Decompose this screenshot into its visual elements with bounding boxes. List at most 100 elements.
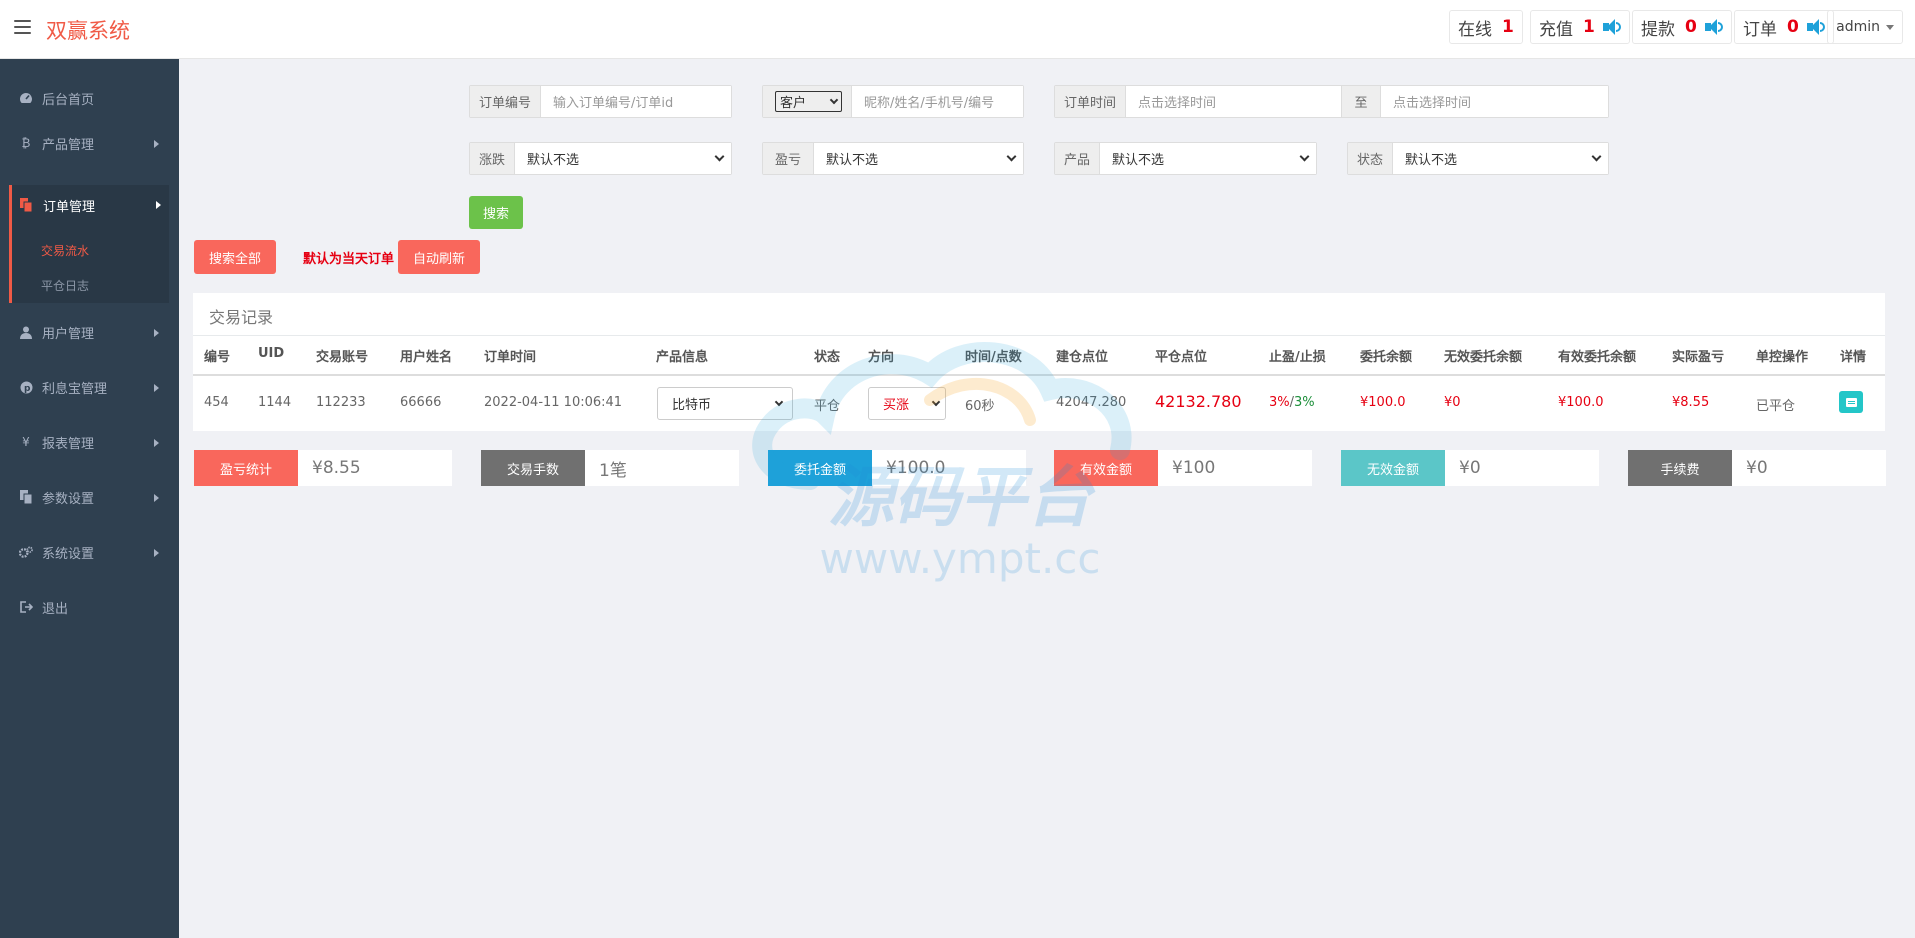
- detail-button[interactable]: [1839, 391, 1863, 413]
- direction-select[interactable]: 买涨: [868, 387, 946, 420]
- chevron-down-icon: [1006, 151, 1017, 162]
- rise-fall-select[interactable]: 默认不选: [515, 143, 731, 174]
- product-select[interactable]: 默认不选: [1100, 143, 1316, 174]
- stat-value: 0: [1685, 17, 1697, 37]
- column-header: 订单时间: [484, 350, 537, 365]
- sidebar-item-label: 系统设置: [42, 546, 95, 562]
- take-profit: 3%: [1269, 395, 1290, 410]
- user-menu[interactable]: admin: [1827, 10, 1903, 44]
- column-header: 状态: [814, 350, 841, 365]
- product-label: 产品: [1055, 143, 1101, 174]
- default-today-note: 默认为当天订单: [303, 252, 395, 267]
- stop-loss: 3%: [1294, 395, 1315, 410]
- status-group: 状态 默认不选: [1347, 142, 1609, 175]
- profit-select[interactable]: 默认不选: [814, 143, 1023, 174]
- status-select[interactable]: 默认不选: [1393, 143, 1608, 174]
- product-info-select[interactable]: 比特币: [657, 387, 793, 420]
- username: admin: [1836, 19, 1880, 35]
- copy-icon: [20, 198, 34, 212]
- search-button[interactable]: 搜索: [469, 196, 523, 229]
- caret-down-icon: [1886, 24, 1894, 30]
- sidebar-item-label: 利息宝管理: [42, 381, 108, 397]
- yen-icon: ¥: [22, 435, 30, 449]
- order-count-badge[interactable]: 订单 0: [1734, 10, 1834, 44]
- sidebar-item-orders[interactable]: 订单管理: [12, 185, 169, 225]
- product-value: 默认不选: [1112, 153, 1165, 168]
- copy-icon: [19, 490, 33, 504]
- sidebar-item-system[interactable]: 系统设置: [0, 525, 179, 579]
- customer-group: 客户 昵称/姓名/手机号/编号: [762, 85, 1024, 118]
- summary-value: ¥8.55: [312, 458, 361, 478]
- sidebar-item-label: 后台首页: [42, 92, 95, 108]
- customer-type-select[interactable]: 客户: [775, 91, 842, 112]
- volume-icon[interactable]: [1806, 19, 1825, 35]
- cell-close-price: 42132.780: [1155, 392, 1242, 411]
- customer-addon: 客户: [763, 86, 852, 117]
- summary-value: ¥100: [1172, 458, 1216, 478]
- cell-name: 66666: [400, 395, 442, 410]
- summary-value: ¥100.0: [886, 458, 946, 478]
- cell-uid: 1144: [258, 395, 292, 410]
- cell-valid-amount: ¥100.0: [1558, 395, 1604, 410]
- withdraw-count-badge[interactable]: 提款 0: [1632, 10, 1732, 44]
- sidebar-item-label: 参数设置: [42, 491, 95, 507]
- sidebar-group-orders: 订单管理 交易流水 平仓日志: [9, 185, 169, 303]
- sidebar-item-products[interactable]: ₿ 产品管理: [0, 116, 179, 170]
- sidebar-item-label: 报表管理: [42, 436, 95, 452]
- stat-value: 1: [1583, 17, 1595, 37]
- chevron-right-icon: [154, 329, 159, 337]
- time-end-input[interactable]: 点击选择时间: [1381, 86, 1608, 117]
- sidebar-subitem-close-log[interactable]: 平仓日志: [41, 277, 89, 294]
- order-no-input[interactable]: 输入订单编号/订单id: [541, 86, 731, 117]
- cell-duration: 60秒: [965, 399, 995, 414]
- product-group: 产品 默认不选: [1054, 142, 1317, 175]
- to-label: 至: [1341, 86, 1382, 117]
- column-header: 止盈/止损: [1269, 350, 1326, 365]
- sidebar-item-logout[interactable]: 退出: [0, 580, 179, 634]
- summary-label: 手续费: [1628, 450, 1732, 486]
- svg-text:p: p: [24, 384, 31, 394]
- time-start-input[interactable]: 点击选择时间: [1126, 86, 1342, 117]
- chevron-down-icon: [1299, 151, 1310, 162]
- summary-valid: 有效金额 ¥100: [1054, 450, 1312, 486]
- sidebar-item-interest[interactable]: p 利息宝管理: [0, 360, 179, 414]
- sidebar-item-reports[interactable]: ¥ 报表管理: [0, 415, 179, 469]
- search-all-button[interactable]: 搜索全部: [194, 240, 276, 274]
- chevron-right-icon: [156, 201, 161, 209]
- auto-refresh-button[interactable]: 自动刷新: [398, 240, 480, 274]
- sidebar-subitem-trade-flow[interactable]: 交易流水: [41, 242, 89, 259]
- column-header: 实际盈亏: [1672, 350, 1725, 365]
- direction-value: 买涨: [883, 398, 910, 413]
- pinterest-icon: p: [19, 380, 33, 394]
- column-header: 建仓点位: [1056, 350, 1109, 365]
- sidebar-item-label: 订单管理: [43, 199, 96, 215]
- volume-icon[interactable]: [1602, 19, 1621, 35]
- column-header: UID: [258, 346, 285, 361]
- column-header: 用户姓名: [400, 350, 453, 365]
- app-title: 双赢系统: [46, 19, 130, 43]
- menu-toggle-icon[interactable]: [14, 20, 31, 34]
- sidebar: 后台首页 ₿ 产品管理 订单管理 交易流水 平仓日志 用户管理 p 利息宝管理 …: [0, 59, 179, 938]
- dashboard-icon: [19, 91, 33, 105]
- summary-invalid: 无效金额 ¥0: [1341, 450, 1599, 486]
- sidebar-item-params[interactable]: 参数设置: [0, 470, 179, 524]
- order-time-group: 订单时间 点击选择时间 至 点击选择时间: [1054, 85, 1609, 118]
- summary-label: 无效金额: [1341, 450, 1445, 486]
- order-no-group: 订单编号 输入订单编号/订单id: [469, 85, 732, 118]
- chevron-right-icon: [154, 549, 159, 557]
- customer-search-input[interactable]: 昵称/姓名/手机号/编号: [852, 86, 1023, 117]
- sidebar-item-users[interactable]: 用户管理: [0, 305, 179, 359]
- stat-label: 在线: [1458, 19, 1492, 40]
- recharge-count-badge[interactable]: 充值 1: [1530, 10, 1630, 44]
- online-count-badge[interactable]: 在线 1: [1449, 10, 1523, 44]
- column-header: 委托余额: [1360, 350, 1413, 365]
- status-label: 状态: [1348, 143, 1394, 174]
- summary-value: ¥0: [1459, 458, 1481, 478]
- volume-icon[interactable]: [1704, 19, 1723, 35]
- column-header: 无效委托余额: [1444, 350, 1523, 365]
- summary-entrust: 委托金额 ¥100.0: [768, 450, 1026, 486]
- chevron-right-icon: [154, 494, 159, 502]
- cell-amount: ¥100.0: [1360, 395, 1406, 410]
- cell-control: 已平仓: [1756, 399, 1796, 414]
- sidebar-item-label: 用户管理: [42, 326, 95, 342]
